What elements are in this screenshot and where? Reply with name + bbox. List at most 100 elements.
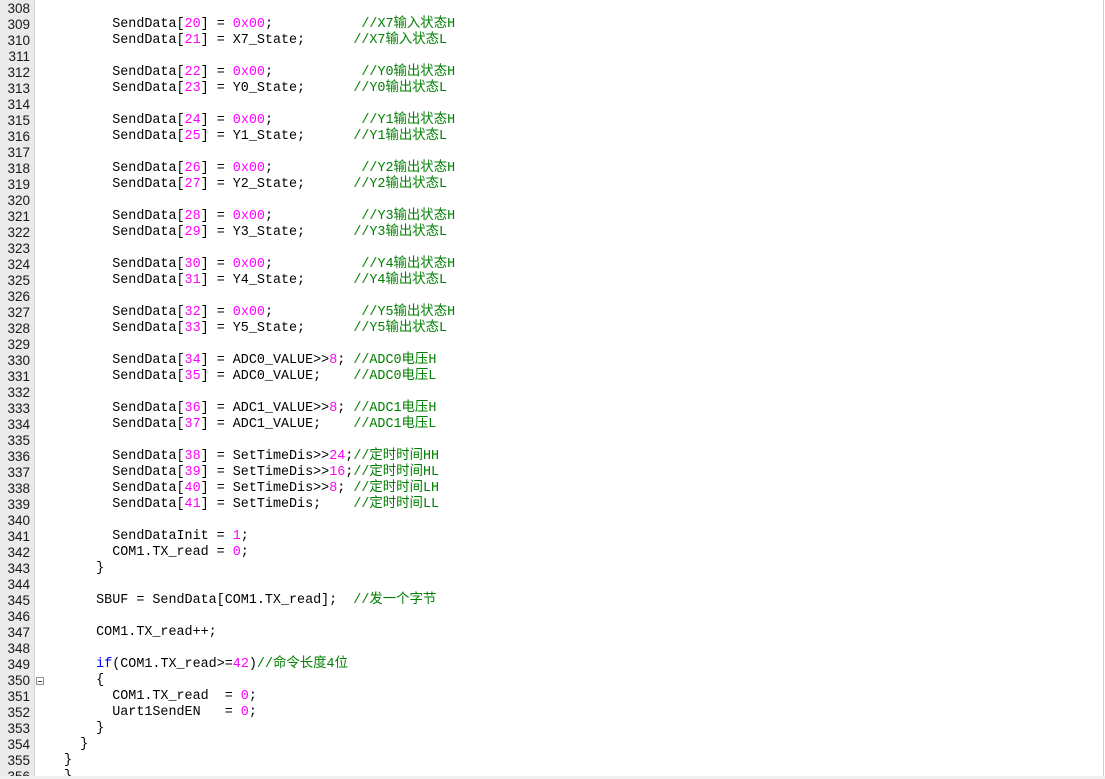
code-line[interactable]: 318 SendData[26] = 0x00; //Y2输出状态H — [0, 161, 1105, 177]
code-text: SendData[29] = Y3_State; //Y3输出状态L — [64, 225, 447, 241]
code-token: ; — [248, 689, 257, 704]
code-line[interactable]: 327 SendData[32] = 0x00; //Y5输出状态H — [0, 305, 1105, 321]
code-number: 0 — [240, 705, 249, 720]
line-number: 318 — [7, 161, 30, 176]
line-number: 344 — [7, 577, 30, 592]
collapse-box-icon[interactable] — [36, 677, 44, 685]
code-text: SendData[33] = Y5_State; //Y5输出状态L — [64, 321, 447, 337]
line-number: 326 — [7, 289, 30, 304]
code-line[interactable]: 314 — [0, 97, 1105, 113]
code-line[interactable]: 347 COM1.TX_read++; — [0, 625, 1105, 641]
code-line[interactable]: 311 — [0, 49, 1105, 65]
line-number: 320 — [7, 193, 30, 208]
line-number: 331 — [7, 369, 30, 384]
code-line[interactable]: 319 SendData[27] = Y2_State; //Y2输出状态L — [0, 177, 1105, 193]
code-line[interactable]: 313 SendData[23] = Y0_State; //Y0输出状态L — [0, 81, 1105, 97]
code-number: 32 — [184, 305, 201, 320]
code-token: SendData[ — [64, 161, 185, 176]
code-line[interactable]: 308 — [0, 1, 1105, 17]
code-line[interactable]: 345 SBUF = SendData[COM1.TX_read]; //发一个… — [0, 593, 1105, 609]
code-line[interactable]: 335 — [0, 433, 1105, 449]
code-line[interactable]: 351 COM1.TX_read = 0; — [0, 689, 1105, 705]
code-line[interactable]: 339 SendData[41] = SetTimeDis; //定时时间LL — [0, 497, 1105, 513]
code-line[interactable]: 328 SendData[33] = Y5_State; //Y5输出状态L — [0, 321, 1105, 337]
line-number: 338 — [7, 481, 30, 496]
code-line[interactable]: 309 SendData[20] = 0x00; //X7输入状态H — [0, 17, 1105, 33]
code-line[interactable]: 336 SendData[38] = SetTimeDis>>24;//定时时间… — [0, 449, 1105, 465]
code-comment: //发一个字节 — [353, 593, 437, 608]
code-comment: //Y4输出状态H — [361, 257, 456, 272]
code-text: } — [64, 737, 88, 753]
code-token: ] = — [200, 209, 233, 224]
code-line[interactable]: 337 SendData[39] = SetTimeDis>>16;//定时时间… — [0, 465, 1105, 481]
line-number: 355 — [7, 753, 30, 768]
code-comment: //Y2输出状态H — [361, 161, 456, 176]
line-number: 322 — [7, 225, 30, 240]
code-comment: //Y1输出状态H — [361, 113, 456, 128]
code-line[interactable]: 331 SendData[35] = ADC0_VALUE; //ADC0电压L — [0, 369, 1105, 385]
code-token: ] = ADC1_VALUE>> — [200, 401, 330, 416]
code-line[interactable]: 340 — [0, 513, 1105, 529]
code-token: SendData[ — [64, 225, 185, 240]
code-line[interactable]: 321 SendData[28] = 0x00; //Y3输出状态H — [0, 209, 1105, 225]
code-editor[interactable]: 308 309 SendData[20] = 0x00; //X7输入状态H 310… — [0, 0, 1105, 779]
code-line[interactable]: 355} — [0, 753, 1105, 769]
code-line[interactable]: 343 } — [0, 561, 1105, 577]
code-comment: //Y5输出状态H — [361, 305, 456, 320]
code-token: ; — [337, 353, 354, 368]
code-line[interactable]: 315 SendData[24] = 0x00; //Y1输出状态H — [0, 113, 1105, 129]
line-number: 328 — [7, 321, 30, 336]
code-comment: //Y3输出状态L — [353, 225, 448, 240]
code-lines[interactable]: 308 309 SendData[20] = 0x00; //X7输入状态H 310… — [0, 1, 1105, 779]
code-token: ] = Y3_State; — [200, 225, 354, 240]
line-number: 319 — [7, 177, 30, 192]
code-line[interactable]: 350 { — [0, 673, 1105, 689]
code-number: 40 — [184, 481, 201, 496]
line-number: 312 — [7, 65, 30, 80]
code-token: } — [64, 721, 105, 736]
code-number: 0x00 — [232, 17, 265, 32]
code-line[interactable]: 349 if(COM1.TX_read>=42)//命令长度4位 — [0, 657, 1105, 673]
code-line[interactable]: 312 SendData[22] = 0x00; //Y0输出状态H — [0, 65, 1105, 81]
code-token: ] = Y2_State; — [200, 177, 354, 192]
code-line[interactable]: 334 SendData[37] = ADC1_VALUE; //ADC1电压L — [0, 417, 1105, 433]
code-line[interactable]: 342 COM1.TX_read = 0; — [0, 545, 1105, 561]
code-line[interactable]: 316 SendData[25] = Y1_State; //Y1输出状态L — [0, 129, 1105, 145]
code-number: 41 — [184, 497, 201, 512]
code-line[interactable]: 310 SendData[21] = X7_State; //X7输入状态L — [0, 33, 1105, 49]
code-line[interactable]: 324 SendData[30] = 0x00; //Y4输出状态H — [0, 257, 1105, 273]
code-token: ; — [264, 17, 362, 32]
code-text: SendData[25] = Y1_State; //Y1输出状态L — [64, 129, 447, 145]
code-line[interactable]: 354 } — [0, 737, 1105, 753]
code-line[interactable]: 338 SendData[40] = SetTimeDis>>8; //定时时间… — [0, 481, 1105, 497]
code-token: SendData[ — [64, 113, 185, 128]
code-line[interactable]: 353 } — [0, 721, 1105, 737]
code-line[interactable]: 341 SendDataInit = 1; — [0, 529, 1105, 545]
code-line[interactable]: 352 Uart1SendEN = 0; — [0, 705, 1105, 721]
code-token: ] = — [200, 305, 233, 320]
code-token: } — [64, 753, 73, 768]
code-token: { — [64, 673, 105, 688]
code-line[interactable]: 330 SendData[34] = ADC0_VALUE>>8; //ADC0… — [0, 353, 1105, 369]
line-number: 309 — [7, 17, 30, 32]
line-number: 333 — [7, 401, 30, 416]
code-text: } — [64, 753, 72, 769]
code-line[interactable]: 332 — [0, 385, 1105, 401]
code-line[interactable]: 333 SendData[36] = ADC1_VALUE>>8; //ADC1… — [0, 401, 1105, 417]
code-line[interactable]: 325 SendData[31] = Y4_State; //Y4输出状态L — [0, 273, 1105, 289]
code-number: 20 — [184, 17, 201, 32]
code-line[interactable]: 344 — [0, 577, 1105, 593]
code-text: SendData[34] = ADC0_VALUE>>8; //ADC0电压H — [64, 353, 436, 369]
code-line[interactable]: 329 — [0, 337, 1105, 353]
code-comment: //定时时间LL — [353, 497, 440, 512]
line-number: 350 — [7, 673, 30, 688]
code-number: 0x00 — [232, 305, 265, 320]
code-line[interactable]: 326 — [0, 289, 1105, 305]
code-line[interactable]: 320 — [0, 193, 1105, 209]
code-line[interactable]: 317 — [0, 145, 1105, 161]
code-comment: //Y0输出状态H — [361, 65, 456, 80]
code-line[interactable]: 322 SendData[29] = Y3_State; //Y3输出状态L — [0, 225, 1105, 241]
code-line[interactable]: 348 — [0, 641, 1105, 657]
code-line[interactable]: 346 — [0, 609, 1105, 625]
code-line[interactable]: 323 — [0, 241, 1105, 257]
